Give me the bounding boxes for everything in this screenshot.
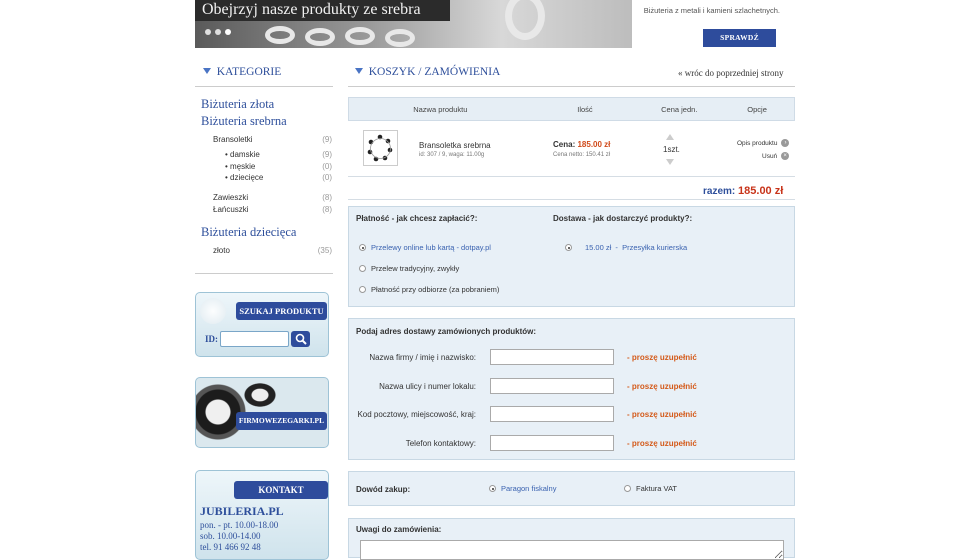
- qty-decrease-icon[interactable]: [666, 159, 674, 165]
- proof-panel: [348, 471, 795, 506]
- bracelet-image: [367, 134, 393, 162]
- info-icon: ›: [781, 139, 790, 147]
- subcategory-dzieciece[interactable]: dziecięce(0): [195, 172, 333, 184]
- hours-saturday: sob. 10.00-14.00: [200, 531, 261, 541]
- required-note: - proszę uzupełnić: [627, 353, 697, 362]
- delivery-title: Dostawa - jak dostarczyć produkty?:: [553, 214, 693, 223]
- required-note: - proszę uzupełnić: [627, 410, 697, 419]
- contact-label: KONTAKT: [234, 481, 328, 499]
- chain-link-decoration: [305, 28, 335, 46]
- remove-icon: ×: [781, 152, 790, 160]
- product-description-link[interactable]: Opis produktu ›: [737, 139, 790, 147]
- categories-heading: KATEGORIE: [203, 66, 281, 78]
- category-kids[interactable]: Biżuteria dziecięca: [201, 224, 333, 241]
- divider: [195, 273, 333, 274]
- check-button[interactable]: SPRAWDŹ: [703, 29, 776, 47]
- street-field[interactable]: [490, 378, 614, 394]
- phone-field-label: Telefon kontaktowy:: [405, 439, 476, 448]
- clasp-decoration: [505, 0, 545, 40]
- category-silver[interactable]: Biżuteria srebrna: [201, 113, 333, 130]
- subcategory-bransoletki[interactable]: Bransoletki (9): [195, 134, 333, 146]
- postal-field-label: Kod pocztowy, miejscowość, kraj:: [357, 410, 476, 419]
- banner-tagline: Biżuteria z metali i kamieni szlachetnyc…: [643, 6, 780, 15]
- hours-weekdays: pon. - pt. 10.00-18.00: [200, 520, 279, 530]
- radio-selected[interactable]: [359, 244, 366, 251]
- notes-title: Uwagi do zamówienia:: [356, 525, 442, 534]
- notes-textarea[interactable]: [360, 540, 784, 560]
- cart-heading: KOSZYK / ZAMÓWIENIA: [355, 66, 500, 78]
- postal-field[interactable]: [490, 406, 614, 422]
- payment-option-transfer[interactable]: Przelew tradycyjny, zwykły: [359, 264, 459, 273]
- required-note: - proszę uzupełnić: [627, 439, 697, 448]
- table-row: [348, 121, 795, 177]
- radio[interactable]: [624, 485, 631, 492]
- slider-dot[interactable]: [205, 29, 211, 35]
- delivery-option-courier[interactable]: 15.00 zł - Przesyłka kurierska: [565, 243, 687, 252]
- name-field[interactable]: [490, 349, 614, 365]
- radio-selected[interactable]: [565, 244, 572, 251]
- subcategory-lancuszki[interactable]: Łańcuszki (8): [195, 204, 333, 216]
- watch-image: [240, 380, 280, 410]
- payment-option-cod[interactable]: Płatność przy odbiorze (za pobraniem): [359, 285, 499, 294]
- chain-link-decoration: [385, 29, 415, 47]
- cart-table-header: Nazwa produktu Ilość Cena jedn. Opcje: [348, 97, 795, 121]
- shop-name: JUBILERIA.PL: [200, 504, 284, 518]
- subcategory-zloto[interactable]: złoto (35): [195, 245, 333, 257]
- divider: [348, 199, 795, 200]
- chain-link-decoration: [265, 26, 295, 44]
- cart-total: razem: 185.00 zł: [703, 185, 784, 197]
- proof-title: Dowód zakup:: [356, 485, 411, 494]
- search-id-label: ID:: [205, 334, 218, 344]
- category-list: Biżuteria złota Biżuteria srebrna Branso…: [195, 96, 333, 257]
- address-title: Podaj adres dostawy zamówionych produktó…: [356, 327, 537, 336]
- payment-title: Płatność - jak chcesz zapłacić?:: [356, 214, 478, 223]
- radio[interactable]: [359, 265, 366, 272]
- product-meta: id: 307 / 9, waga: 11.00g: [419, 152, 485, 158]
- snowflake-icon: [200, 298, 226, 324]
- col-qty: Ilość: [577, 104, 593, 114]
- name-field-label: Nazwa firmy / imię i nazwisko:: [369, 353, 476, 362]
- slider-dot[interactable]: [215, 29, 221, 35]
- slider-dot-active[interactable]: [225, 29, 231, 35]
- subcategory-meskie[interactable]: męskie(0): [195, 161, 333, 173]
- search-button[interactable]: [291, 331, 310, 347]
- subcategory-damskie[interactable]: damskie(9): [195, 149, 333, 161]
- proof-option-receipt[interactable]: Paragon fiskalny: [489, 484, 556, 493]
- street-field-label: Nazwa ulicy i numer lokalu:: [379, 382, 476, 391]
- product-thumbnail[interactable]: [363, 130, 398, 166]
- col-options: Opcje: [747, 104, 767, 114]
- category-gold[interactable]: Biżuteria złota: [201, 96, 333, 113]
- col-product: Nazwa produktu: [413, 104, 468, 114]
- banner-title: Obejrzyj nasze produkty ze srebra: [195, 0, 450, 21]
- product-name[interactable]: Bransoletka srebrna: [419, 141, 491, 150]
- col-unit-price: Cena jedn.: [661, 104, 698, 114]
- payment-option-dotpay[interactable]: Przelewy online lub kartą - dotpay.pl: [359, 243, 491, 252]
- divider: [348, 86, 795, 87]
- search-icon: [295, 333, 307, 345]
- heart-icon: [355, 68, 363, 75]
- heart-icon: [203, 68, 211, 75]
- qty-increase-icon[interactable]: [666, 134, 674, 140]
- divider: [195, 86, 333, 87]
- subcategory-zawieszki[interactable]: Zawieszki (8): [195, 192, 333, 204]
- product-price: Cena: 185.00 zł: [553, 140, 611, 149]
- radio-selected[interactable]: [489, 485, 496, 492]
- back-link[interactable]: « wróc do poprzedniej strony: [678, 68, 783, 78]
- phone-field[interactable]: [490, 435, 614, 451]
- proof-option-invoice[interactable]: Faktura VAT: [624, 484, 677, 493]
- chain-link-decoration: [345, 27, 375, 45]
- required-note: - proszę uzupełnić: [627, 382, 697, 391]
- radio[interactable]: [359, 286, 366, 293]
- product-netto-price: Cena netto: 150.41 zł: [553, 152, 611, 158]
- remove-link[interactable]: Usuń ×: [762, 152, 790, 160]
- promo-banner[interactable]: Obejrzyj nasze produkty ze srebra: [195, 0, 632, 48]
- watch-ad-label[interactable]: FIRMOWEZEGARKI.PL: [236, 412, 327, 430]
- search-label: SZUKAJ PRODUKTU: [236, 302, 327, 320]
- quantity-value: 1szt.: [663, 145, 680, 154]
- search-input[interactable]: [220, 331, 289, 347]
